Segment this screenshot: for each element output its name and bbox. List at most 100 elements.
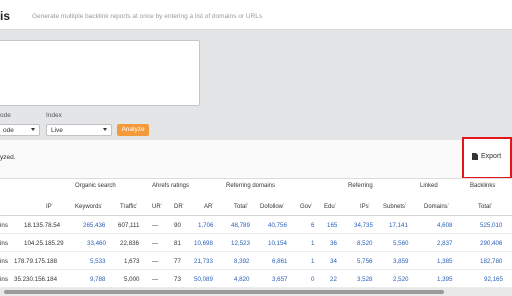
group-header-linked: Linked [420, 183, 438, 189]
col-header-edu[interactable]: Edui [324, 201, 336, 210]
row-subnets[interactable]: 3,859 [393, 258, 408, 265]
scrollbar-thumb[interactable] [4, 290, 444, 294]
row-ar[interactable]: 10,698 [194, 240, 213, 247]
row-backlinks[interactable]: 182,780 [480, 258, 502, 265]
mode-select-value: ode [3, 127, 14, 134]
row-ar[interactable]: 1,706 [198, 222, 213, 229]
row-backlinks[interactable]: 525,010 [480, 222, 502, 229]
row-ur: — [152, 276, 159, 283]
row-name: ins [0, 240, 8, 247]
table-row: ins 178.79.175.188 5,533 1,673 — 77 21,7… [0, 252, 512, 270]
row-ip: 178.79.175.188 [14, 258, 58, 265]
status-text: yzed. [0, 154, 16, 161]
row-name: ins [0, 258, 8, 265]
col-header-ip[interactable]: IPi [46, 201, 53, 210]
row-ar[interactable]: 21,733 [194, 258, 213, 265]
row-dr: 81 [174, 240, 181, 247]
analyze-button[interactable]: Analyze [117, 124, 149, 136]
row-ur: — [152, 240, 159, 247]
row-total[interactable]: 4,820 [234, 276, 249, 283]
row-edu[interactable]: 165 [327, 222, 337, 229]
row-ips[interactable]: 5,756 [357, 258, 372, 265]
row-ur: — [152, 222, 159, 229]
col-header-traffic[interactable]: Traffici [120, 201, 137, 210]
row-subnets[interactable]: 17,141 [389, 222, 408, 229]
col-header-dr[interactable]: DRi [174, 201, 184, 210]
row-backlinks[interactable]: 290,406 [480, 240, 502, 247]
row-total[interactable]: 12,523 [231, 240, 250, 247]
index-label: Index [46, 112, 62, 119]
row-edu[interactable]: 34 [330, 258, 337, 265]
export-highlight: Export [462, 137, 512, 179]
row-total[interactable]: 8,392 [234, 258, 249, 265]
group-header-ref-domains: Referring domains [226, 183, 276, 189]
results-table: Organic search Ahrefs ratings Referring … [0, 178, 512, 288]
page-header: is Generate multiple backlink reports at… [0, 0, 512, 30]
group-header-backlinks: Backlinks [470, 183, 496, 189]
targets-textarea[interactable] [0, 40, 200, 106]
row-total[interactable]: 48,789 [231, 222, 250, 229]
row-subnets[interactable]: 2,520 [393, 276, 408, 283]
row-ip: 35.230.156.184 [14, 276, 58, 283]
row-dr: 73 [174, 276, 181, 283]
col-header-ur[interactable]: URi [152, 201, 162, 210]
row-ips[interactable]: 34,735 [354, 222, 373, 229]
col-header-domains[interactable]: Domainsi [424, 201, 449, 210]
row-keywords[interactable]: 9,788 [90, 276, 105, 283]
row-ar[interactable]: 50,089 [194, 276, 213, 283]
col-header-subnets[interactable]: Subnetsi [383, 201, 406, 210]
row-edu[interactable]: 36 [330, 240, 337, 247]
col-header-dofollow[interactable]: Dofollowi [260, 201, 284, 210]
row-dofollow[interactable]: 6,861 [272, 258, 287, 265]
row-subnets[interactable]: 5,560 [393, 240, 408, 247]
row-ips[interactable]: 8,520 [357, 240, 372, 247]
row-traffic: 22,836 [120, 240, 139, 247]
table-row: ins 35.230.156.184 9,788 5,000 — 73 50,0… [0, 270, 512, 288]
row-name: ins [0, 276, 8, 283]
row-domains[interactable]: 1,395 [437, 276, 452, 283]
table-row: ins 18.135.78.54 265,436 607,111 — 90 1,… [0, 216, 512, 234]
group-header-organic: Organic search [75, 183, 116, 189]
row-gov[interactable]: 1 [311, 240, 314, 247]
row-dofollow[interactable]: 10,154 [268, 240, 287, 247]
col-header-gov[interactable]: Govi [300, 201, 312, 210]
row-keywords[interactable]: 33,460 [87, 240, 106, 247]
row-dr: 77 [174, 258, 181, 265]
row-edu[interactable]: 22 [330, 276, 337, 283]
row-domains[interactable]: 2,837 [437, 240, 452, 247]
row-ur: — [152, 258, 159, 265]
row-dr: 90 [174, 222, 181, 229]
table-row: ins 104.25.185.29 33,460 22,836 — 81 10,… [0, 234, 512, 252]
row-backlinks[interactable]: 92,165 [484, 276, 503, 283]
col-header-ips[interactable]: IPsi [360, 201, 370, 210]
row-dofollow[interactable]: 40,756 [268, 222, 287, 229]
index-select[interactable]: Live [46, 124, 112, 136]
document-icon [472, 153, 478, 160]
mode-select[interactable]: ode [0, 124, 40, 136]
group-header-ahrefs: Ahrefs ratings [152, 183, 190, 189]
export-button[interactable]: Export [472, 153, 501, 160]
row-traffic: 1,673 [124, 258, 140, 265]
col-header-ar[interactable]: ARi [204, 201, 213, 210]
index-select-value: Live [51, 127, 63, 134]
row-dofollow[interactable]: 3,657 [272, 276, 287, 283]
page-subtitle: Generate multiple backlink reports at on… [32, 13, 263, 20]
row-ip: 18.135.78.54 [24, 222, 61, 229]
row-ips[interactable]: 3,528 [357, 276, 372, 283]
row-gov[interactable]: 6 [311, 222, 314, 229]
row-traffic: 607,111 [118, 222, 140, 229]
row-domains[interactable]: 1,385 [437, 258, 452, 265]
row-domains[interactable]: 4,608 [437, 222, 452, 229]
page-title: is [0, 9, 11, 23]
col-header-backlinks-total[interactable]: Totali [478, 201, 492, 210]
col-header-total[interactable]: Totali [234, 201, 248, 210]
group-header-referring: Referring [348, 183, 373, 189]
col-header-keywords[interactable]: Keywordsi [75, 201, 102, 210]
export-label: Export [481, 153, 502, 160]
row-traffic: 5,000 [124, 276, 140, 283]
row-gov[interactable]: 1 [311, 258, 314, 265]
row-name: ins [0, 222, 8, 229]
row-keywords[interactable]: 265,436 [83, 222, 105, 229]
row-gov[interactable]: 0 [311, 276, 314, 283]
row-keywords[interactable]: 5,533 [90, 258, 105, 265]
